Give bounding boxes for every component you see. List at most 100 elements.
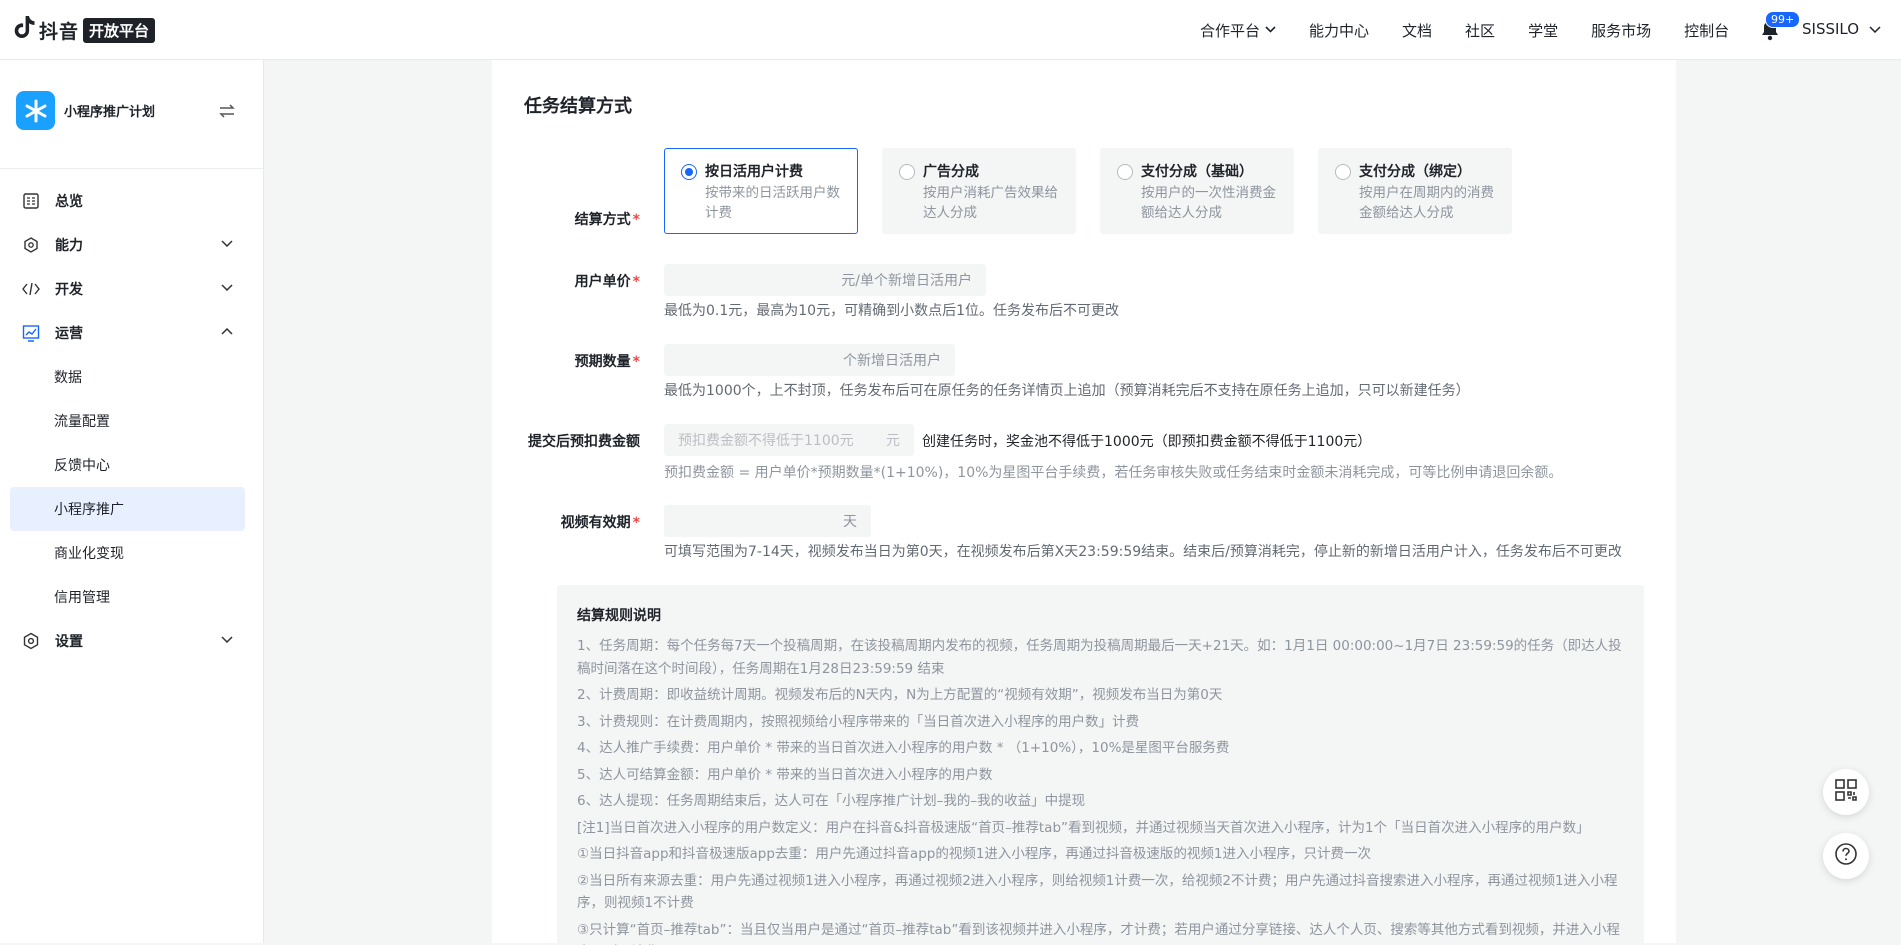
prepay-hint: 预扣费金额 = 用户单价*预期数量*(1+10%)，10%为星图平台手续费，若任…: [664, 462, 1562, 482]
radio[interactable]: [1335, 164, 1351, 180]
nav-label: 合作平台: [1200, 20, 1260, 41]
radio-selected[interactable]: [681, 164, 697, 180]
option-title: 支付分成（基础）: [1141, 161, 1279, 181]
sidebar-menu: 总览 能力 开发 运营 数据 流量配置 反馈中心 小程序推广 商业化变现 信用管…: [10, 179, 245, 663]
user-menu[interactable]: SISSILO: [1802, 20, 1881, 38]
chevron-down-icon: [1265, 25, 1276, 36]
input-suffix: 天: [843, 511, 857, 531]
ability-icon: [22, 236, 40, 254]
rule-line: [注1]当日首次进入小程序的用户数定义：用户在抖音&抖音极速版“首页–推荐tab…: [577, 817, 1624, 840]
quantity-hint: 最低为1000个，上不封顶，任务发布后可在原任务的任务详情页上追加（预算消耗完后…: [664, 380, 1470, 400]
input-suffix: 元/单个新增日活用户: [841, 270, 972, 290]
sidebar-item-develop[interactable]: 开发: [10, 267, 245, 311]
switch-app-icon[interactable]: [218, 103, 236, 123]
sidebar-item-settings[interactable]: 设置: [10, 619, 245, 663]
app-name: 小程序推广计划: [64, 101, 155, 120]
nav-item-community[interactable]: 社区: [1465, 20, 1495, 41]
sidebar-item-label: 设置: [55, 631, 83, 651]
rule-line: ①当日抖音app和抖音极速版app去重：用户先通过抖音app的视频1进入小程序，…: [577, 843, 1624, 866]
sidebar-item-traffic-config[interactable]: 流量配置: [10, 399, 245, 443]
prepay-label: 提交后预扣费金额: [528, 431, 640, 451]
nav-item-docs[interactable]: 文档: [1402, 20, 1432, 41]
nav-item-academy[interactable]: 学堂: [1528, 20, 1558, 41]
label-text: 用户单价: [575, 274, 631, 290]
sidebar: 小程序推广计划 总览 能力 开发 运营 数据 流量配置 反馈中心 小程序推广 商…: [0, 60, 264, 943]
nav-item-market[interactable]: 服务市场: [1591, 20, 1651, 41]
required-mark: *: [633, 354, 640, 370]
validity-label: 视频有效期*: [561, 512, 640, 532]
sidebar-item-label: 总览: [55, 191, 83, 211]
sidebar-item-data[interactable]: 数据: [10, 355, 245, 399]
qrcode-button[interactable]: [1823, 769, 1869, 815]
nav-item-console[interactable]: 控制台: [1684, 20, 1729, 41]
prepay-placeholder: 预扣费金额不得低于1100元: [678, 430, 854, 450]
settlement-options: 按日活用户计费 按带来的日活跃用户数计费 广告分成 按用户消耗广告效果给达人分成…: [664, 148, 1536, 234]
label-text: 结算方式: [575, 212, 631, 228]
label-text: 视频有效期: [561, 515, 631, 531]
settlement-rules-panel: 结算规则说明 1、任务周期：每个任务每7天一个投稿周期，在该投稿周期内发布的视频…: [557, 585, 1644, 945]
nav-item-cooperation[interactable]: 合作平台: [1200, 20, 1276, 41]
unit-price-input[interactable]: 元/单个新增日活用户: [664, 264, 986, 296]
code-icon: [22, 280, 40, 298]
help-button[interactable]: [1823, 833, 1869, 879]
settings-icon: [22, 632, 40, 650]
radio[interactable]: [899, 164, 915, 180]
settlement-option-ad-share[interactable]: 广告分成 按用户消耗广告效果给达人分成: [882, 148, 1076, 234]
sidebar-item-credit[interactable]: 信用管理: [10, 575, 245, 619]
chevron-down-icon: [221, 237, 233, 250]
rule-line: ②当日所有来源去重：用户先通过视频1进入小程序，再通过视频2进入小程序，则给视频…: [577, 870, 1624, 915]
qrcode-icon: [1834, 778, 1858, 806]
sidebar-item-feedback[interactable]: 反馈中心: [10, 443, 245, 487]
douyin-logo[interactable]: 抖音 开放平台: [14, 15, 155, 45]
required-mark: *: [633, 515, 640, 531]
nav-item-capability[interactable]: 能力中心: [1309, 20, 1369, 41]
quantity-label: 预期数量*: [575, 351, 640, 371]
logo-badge: 开放平台: [83, 18, 155, 43]
rule-line: 3、计费规则：在计费周期内，按照视频给小程序带来的「当日首次进入小程序的用户数」…: [577, 711, 1624, 734]
sidebar-divider: [0, 168, 263, 169]
sidebar-item-miniapp-promotion[interactable]: 小程序推广: [10, 487, 245, 531]
operation-chart-icon: [22, 324, 40, 342]
validity-hint: 可填写范围为7-14天，视频发布当日为第0天，在视频发布后第X天23:59:59…: [664, 541, 1622, 561]
rule-line: 6、达人提现：任务周期结束后，达人可在「小程序推广计划–我的–我的收益」中提现: [577, 790, 1624, 813]
rule-line: 5、达人可结算金额：用户单价 * 带来的当日首次进入小程序的用户数: [577, 764, 1624, 787]
prepay-note: 创建任务时，奖金池不得低于1000元（即预扣费金额不得低于1100元）: [922, 431, 1371, 451]
main-panel: 任务结算方式 结算方式* 按日活用户计费 按带来的日活跃用户数计费 广告分成 按…: [492, 60, 1676, 943]
settlement-option-pay-bind[interactable]: 支付分成（绑定） 按用户在周期内的消费金额给达人分成: [1318, 148, 1512, 234]
chevron-down-icon: [221, 633, 233, 646]
notification-badge: 99+: [1765, 11, 1800, 28]
validity-input[interactable]: 天: [664, 505, 871, 537]
rule-line: 2、计费周期：即收益统计周期。视频发布后的N天内，N为上方配置的“视频有效期”，…: [577, 684, 1624, 707]
label-text: 预期数量: [575, 354, 631, 370]
option-desc: 按用户消耗广告效果给达人分成: [923, 183, 1061, 223]
sidebar-item-operation[interactable]: 运营: [10, 311, 245, 355]
quantity-input[interactable]: 个新增日活用户: [664, 344, 955, 376]
sidebar-item-ability[interactable]: 能力: [10, 223, 245, 267]
section-title: 任务结算方式: [524, 92, 632, 118]
chevron-down-icon: [1869, 23, 1881, 36]
rule-line: 4、达人推广手续费：用户单价 * 带来的当日首次进入小程序的用户数 * （1+1…: [577, 737, 1624, 760]
radio[interactable]: [1117, 164, 1133, 180]
settlement-option-pay-basic[interactable]: 支付分成（基础） 按用户的一次性消费金额给达人分成: [1100, 148, 1294, 234]
unit-price-hint: 最低为0.1元，最高为10元，可精确到小数点后1位。任务发布后不可更改: [664, 300, 1119, 320]
option-title: 支付分成（绑定）: [1359, 161, 1497, 181]
rule-line: 1、任务周期：每个任务每7天一个投稿周期，在该投稿周期内发布的视频，任务周期为投…: [577, 635, 1624, 680]
logo-text: 抖音: [39, 17, 79, 44]
prepay-input: 预扣费金额不得低于1100元 元: [664, 424, 914, 456]
app-logo-icon: [16, 91, 55, 130]
sidebar-item-overview[interactable]: 总览: [10, 179, 245, 223]
sidebar-item-label: 开发: [55, 279, 83, 299]
sidebar-item-monetization[interactable]: 商业化变现: [10, 531, 245, 575]
chevron-down-icon: [221, 281, 233, 294]
settlement-label: 结算方式*: [575, 209, 640, 229]
rule-line: ③只计算“首页–推荐tab”：当且仅当用户是通过“首页–推荐tab”看到该视频并…: [577, 919, 1624, 945]
required-mark: *: [633, 212, 640, 228]
unit-price-label: 用户单价*: [575, 271, 640, 291]
sidebar-item-label: 运营: [55, 323, 83, 343]
option-desc: 按用户在周期内的消费金额给达人分成: [1359, 183, 1497, 223]
input-suffix: 元: [886, 430, 900, 450]
top-bar: 抖音 开放平台 合作平台 能力中心 文档 社区 学堂 服务市场 控制台 99+ …: [0, 0, 1901, 60]
chevron-up-icon: [221, 325, 233, 338]
settlement-option-dau[interactable]: 按日活用户计费 按带来的日活跃用户数计费: [664, 148, 858, 234]
option-title: 广告分成: [923, 161, 1061, 181]
